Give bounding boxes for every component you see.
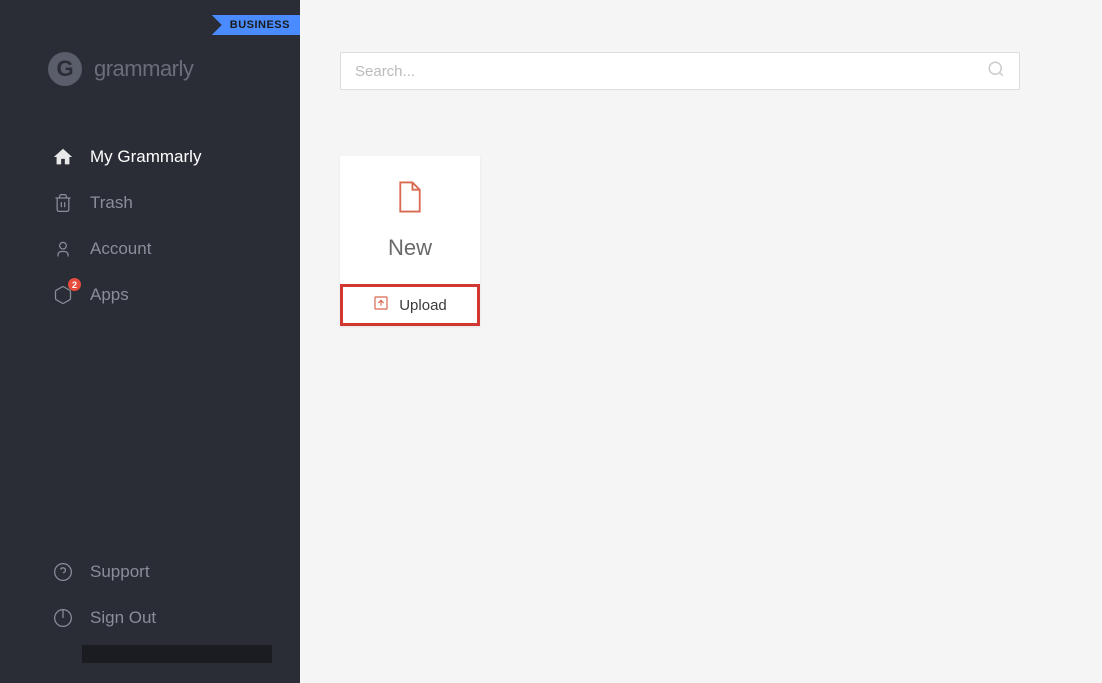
search-input[interactable]	[355, 63, 987, 80]
sidebar-item-label: Apps	[90, 285, 129, 305]
logo-icon: G	[48, 52, 82, 86]
apps-badge: 2	[68, 278, 81, 291]
bottom-bar	[82, 645, 272, 663]
upload-button[interactable]: Upload	[340, 284, 480, 326]
sidebar-item-trash[interactable]: Trash	[0, 180, 300, 226]
sidebar-item-account[interactable]: Account	[0, 226, 300, 272]
logo-text: grammarly	[94, 56, 193, 82]
new-document-button[interactable]: New	[340, 156, 480, 284]
support-icon	[52, 561, 74, 583]
sidebar-item-apps[interactable]: 2 Apps	[0, 272, 300, 318]
sidebar: BUSINESS G grammarly My Grammarly Trash …	[0, 0, 300, 683]
sidebar-item-label: Sign Out	[90, 608, 156, 628]
new-label: New	[388, 235, 432, 261]
new-document-card: New Upload	[340, 156, 480, 326]
sidebar-item-label: Trash	[90, 193, 133, 213]
sidebar-item-my-grammarly[interactable]: My Grammarly	[0, 134, 300, 180]
sidebar-item-signout[interactable]: Sign Out	[0, 595, 300, 641]
document-icon	[395, 180, 425, 219]
nav-bottom: Support Sign Out	[0, 549, 300, 683]
business-badge: BUSINESS	[212, 15, 300, 35]
search-icon[interactable]	[987, 60, 1005, 83]
signout-icon	[52, 607, 74, 629]
sidebar-item-label: My Grammarly	[90, 147, 201, 167]
sidebar-item-label: Support	[90, 562, 150, 582]
main-content: New Upload	[300, 0, 1102, 683]
account-icon	[52, 238, 74, 260]
nav-main: My Grammarly Trash Account 2 Apps	[0, 134, 300, 549]
upload-label: Upload	[399, 297, 447, 314]
upload-icon	[373, 295, 389, 316]
sidebar-item-support[interactable]: Support	[0, 549, 300, 595]
logo[interactable]: G grammarly	[0, 0, 300, 86]
sidebar-item-label: Account	[90, 239, 151, 259]
search-bar[interactable]	[340, 52, 1020, 90]
trash-icon	[52, 192, 74, 214]
home-icon	[52, 146, 74, 168]
